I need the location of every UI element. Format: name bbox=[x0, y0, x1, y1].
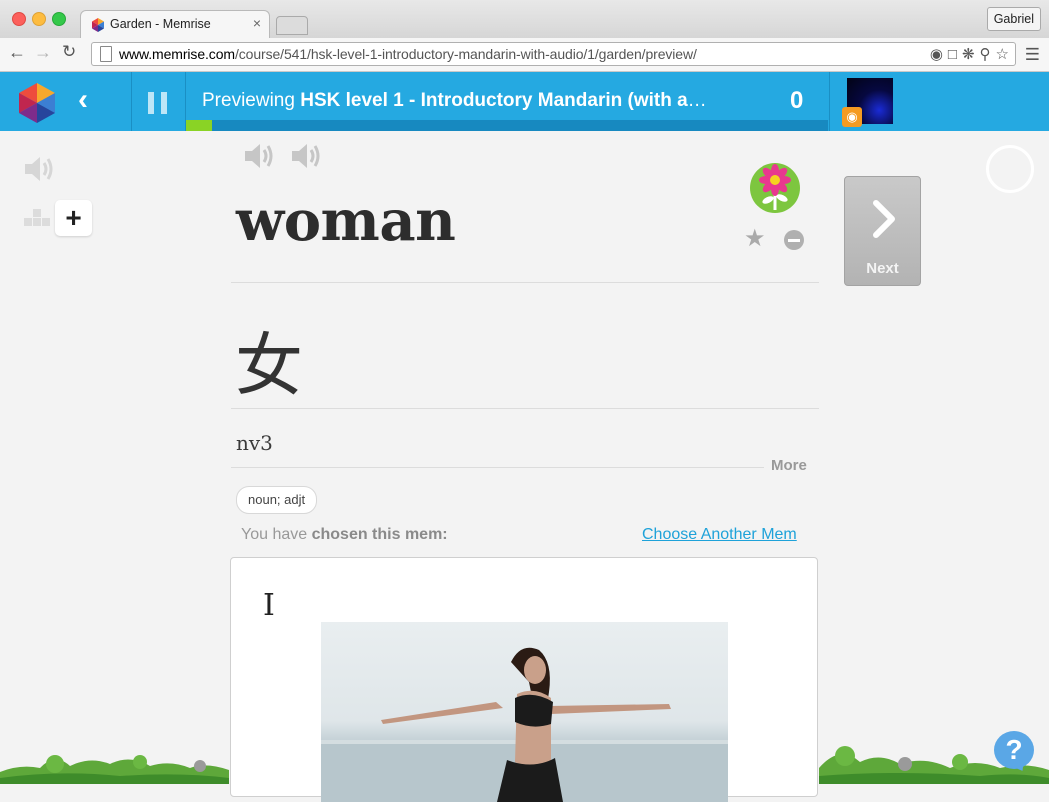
difficulty-blocks-icon bbox=[24, 209, 50, 226]
word-chinese: 女 bbox=[235, 327, 304, 406]
mem-text: I bbox=[263, 588, 275, 623]
window-maximize-button[interactable] bbox=[52, 12, 66, 26]
window-minimize-button[interactable] bbox=[32, 12, 46, 26]
question-icon[interactable]: ? bbox=[994, 731, 1034, 769]
session-title: Previewing HSK level 1 - Introductory Ma… bbox=[202, 90, 707, 111]
browser-toolbar: ← → ↻ www.memrise.com/course/541/hsk-lev… bbox=[0, 38, 1049, 72]
garden-decoration bbox=[0, 746, 1049, 784]
next-button[interactable]: Next bbox=[844, 176, 921, 286]
pause-icon bbox=[148, 92, 154, 114]
flower-icon bbox=[750, 163, 800, 213]
divider bbox=[231, 467, 764, 468]
part-of-speech-tag: noun; adjt bbox=[236, 486, 318, 514]
browser-tab[interactable]: Garden - Memrise × bbox=[80, 10, 270, 38]
pinyin: nv3 bbox=[236, 431, 273, 455]
speaker-icon[interactable] bbox=[242, 139, 278, 173]
extension-icons: ◉ □ ❋ ⚲ ☆ bbox=[925, 45, 1009, 63]
tab-title: Garden - Memrise bbox=[110, 17, 211, 31]
pause-button[interactable] bbox=[132, 72, 186, 131]
extension-icon[interactable]: ◉ bbox=[930, 46, 943, 63]
chevron-left-icon[interactable]: ‹ bbox=[78, 83, 88, 117]
session-progress-fill bbox=[186, 120, 212, 131]
window-close-button[interactable] bbox=[12, 12, 26, 26]
divider bbox=[231, 282, 819, 283]
pause-icon bbox=[161, 92, 167, 114]
address-bar[interactable]: www.memrise.com/course/541/hsk-level-1-i… bbox=[91, 42, 1016, 66]
mem-prompt: You have chosen this mem: bbox=[241, 526, 448, 543]
minus-circle-icon[interactable] bbox=[784, 230, 804, 250]
memrise-favicon-icon bbox=[92, 18, 104, 32]
level-badge-icon: ◉ bbox=[842, 107, 862, 127]
hamburger-menu-icon[interactable]: ☰ bbox=[1025, 45, 1040, 65]
forward-arrow-icon[interactable]: → bbox=[34, 42, 52, 63]
session-progress-bar bbox=[186, 120, 828, 131]
browser-titlebar: Garden - Memrise × Gabriel bbox=[0, 0, 1049, 38]
speaker-icon[interactable] bbox=[22, 152, 56, 186]
word-english: woman bbox=[236, 188, 456, 254]
zoom-icon[interactable]: ⚲ bbox=[980, 46, 991, 63]
profile-button[interactable]: Gabriel bbox=[986, 7, 1041, 31]
extension-icon[interactable]: ❋ bbox=[962, 46, 975, 63]
score-counter: 0 bbox=[790, 87, 804, 114]
choose-another-mem-link[interactable]: Choose Another Mem bbox=[642, 526, 797, 544]
divider bbox=[231, 408, 819, 409]
logo-area: ‹ bbox=[0, 72, 132, 131]
star-icon[interactable]: ★ bbox=[744, 224, 766, 253]
tab-close-icon[interactable]: × bbox=[253, 15, 261, 31]
back-arrow-icon[interactable]: ← bbox=[8, 42, 26, 63]
chevron-right-icon bbox=[873, 200, 895, 238]
timer-ring-icon bbox=[986, 145, 1034, 193]
new-tab-button[interactable] bbox=[276, 16, 308, 35]
reload-icon[interactable]: ↻ bbox=[62, 42, 76, 62]
bookmark-star-icon[interactable]: ☆ bbox=[996, 46, 1009, 63]
user-area: ◉ bbox=[829, 72, 1049, 131]
next-label: Next bbox=[866, 260, 899, 277]
more-link[interactable]: More bbox=[771, 457, 807, 474]
page-icon bbox=[100, 46, 112, 62]
url-text: www.memrise.com/course/541/hsk-level-1-i… bbox=[119, 46, 697, 62]
add-button[interactable]: + bbox=[55, 200, 92, 236]
speaker-icon[interactable] bbox=[289, 139, 325, 173]
extension-icon[interactable]: □ bbox=[948, 46, 957, 63]
memrise-logo-icon[interactable] bbox=[18, 83, 56, 123]
memrise-header: ‹ Previewing HSK level 1 - Introductory … bbox=[0, 72, 1049, 131]
